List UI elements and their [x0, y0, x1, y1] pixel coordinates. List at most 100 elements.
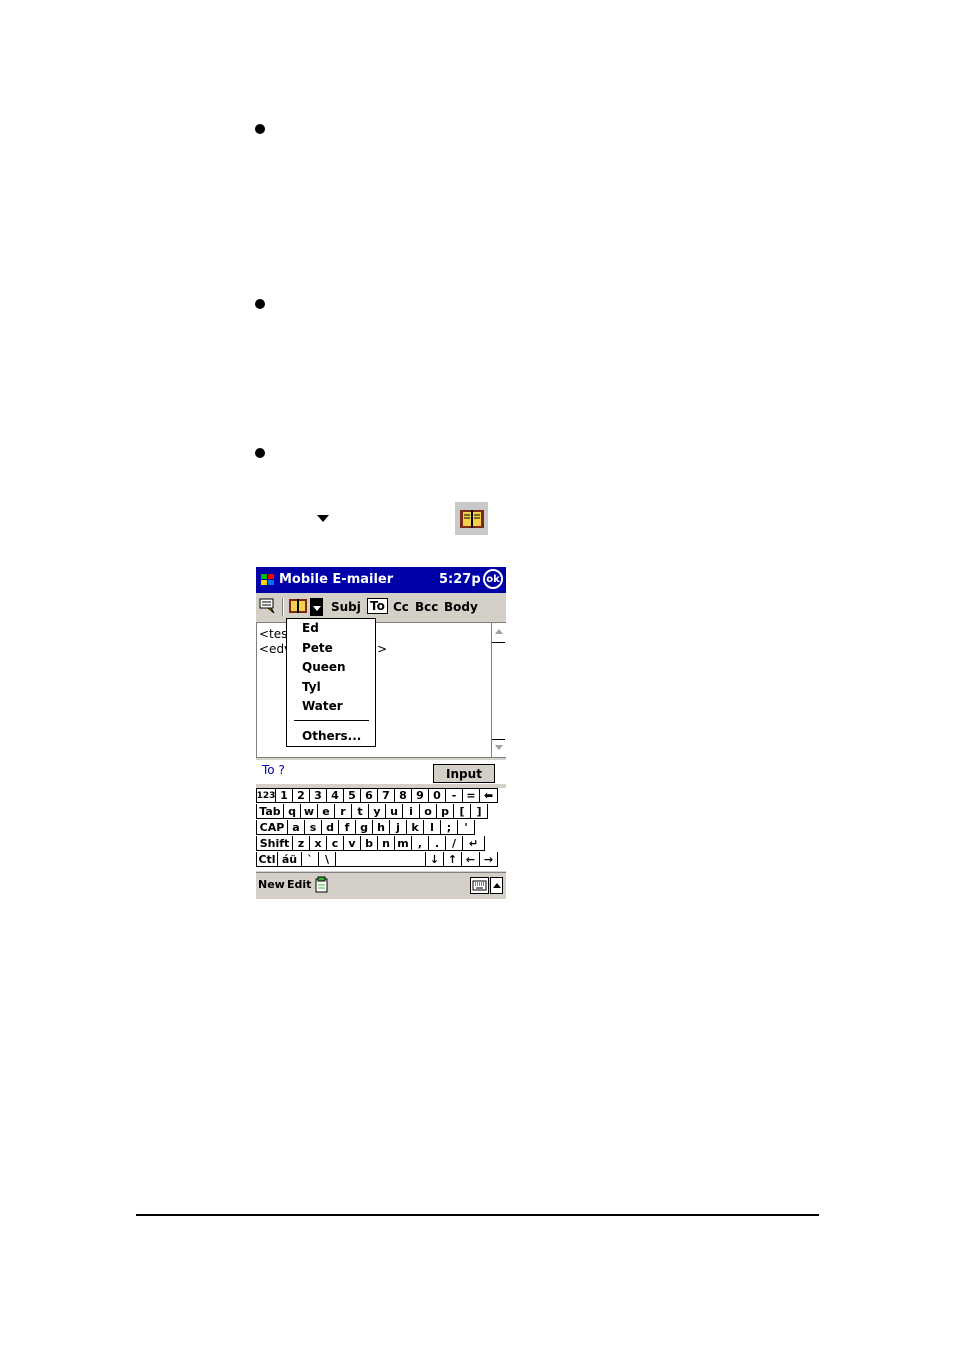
key[interactable]: p — [437, 804, 454, 819]
key[interactable]: 4 — [327, 788, 344, 803]
menu-item-queen[interactable]: Queen — [302, 660, 346, 674]
key[interactable]: z — [293, 836, 310, 851]
key[interactable]: y — [369, 804, 386, 819]
key[interactable]: c — [327, 836, 344, 851]
compose-toolbar: Subj To Cc Bcc Body — [256, 594, 506, 620]
soft-keyboard: 123 1 2 3 4 5 6 7 8 9 0 - = ⬅ Tab q w e … — [256, 788, 506, 871]
menu-item-tyl[interactable]: Tyl — [302, 680, 321, 694]
menu-item-pete[interactable]: Pete — [302, 641, 333, 655]
field-to[interactable]: To — [367, 598, 388, 614]
key[interactable]: a — [288, 820, 305, 835]
address-dropdown-button[interactable] — [310, 598, 323, 616]
ok-button[interactable]: ok — [483, 569, 503, 589]
key[interactable]: g — [356, 820, 373, 835]
key[interactable]: / — [446, 836, 463, 851]
windows-flag-icon[interactable] — [259, 571, 277, 589]
key[interactable]: ` — [302, 852, 319, 867]
key[interactable]: w — [301, 804, 318, 819]
key-tab[interactable]: Tab — [256, 804, 284, 819]
key[interactable]: \ — [319, 852, 336, 867]
send-icon[interactable] — [259, 597, 277, 615]
key[interactable]: b — [361, 836, 378, 851]
key[interactable]: n — [378, 836, 395, 851]
key-ctrl[interactable]: Ctl — [256, 852, 278, 867]
key[interactable]: j — [390, 820, 407, 835]
clock[interactable]: 5:27p — [439, 572, 481, 587]
key[interactable]: ; — [441, 820, 458, 835]
keyboard-row-5: Ctl áü ` \ ↓ ↑ ← → — [256, 852, 498, 868]
menu-new[interactable]: New — [258, 878, 285, 891]
key[interactable]: l — [424, 820, 441, 835]
menu-edit[interactable]: Edit — [287, 878, 311, 891]
key[interactable]: t — [352, 804, 369, 819]
dropdown-arrow-icon — [317, 515, 329, 522]
key[interactable]: u — [386, 804, 403, 819]
key[interactable]: 5 — [344, 788, 361, 803]
key[interactable]: r — [335, 804, 352, 819]
key[interactable]: f — [339, 820, 356, 835]
key[interactable]: 6 — [361, 788, 378, 803]
space-key[interactable] — [336, 852, 426, 867]
key[interactable]: h — [373, 820, 390, 835]
input-row: To ? Input — [256, 760, 506, 784]
address-book-icon — [455, 502, 488, 535]
key[interactable]: s — [305, 820, 322, 835]
arrow-down-key[interactable]: ↓ — [426, 852, 444, 867]
enter-key[interactable]: ↵ — [463, 836, 485, 851]
menu-item-others[interactable]: Others... — [302, 729, 361, 743]
key[interactable]: x — [310, 836, 327, 851]
field-cc[interactable]: Cc — [393, 600, 409, 614]
pocketpc-screen: Mobile E-mailer 5:27p ok Subj To Cc Bcc … — [256, 567, 506, 899]
bullet-1 — [255, 124, 265, 134]
input-button[interactable]: Input — [433, 764, 495, 783]
key[interactable]: 2 — [293, 788, 310, 803]
app-title: Mobile E-mailer — [279, 572, 394, 587]
key[interactable]: o — [420, 804, 437, 819]
field-bcc[interactable]: Bcc — [415, 600, 438, 614]
key-intl[interactable]: áü — [278, 852, 302, 867]
key[interactable]: ] — [471, 804, 488, 819]
key[interactable]: [ — [454, 804, 471, 819]
field-subj[interactable]: Subj — [331, 600, 361, 614]
menu-item-ed[interactable]: Ed — [302, 621, 319, 635]
key-shift[interactable]: Shift — [256, 836, 293, 851]
attachment-icon[interactable] — [314, 876, 330, 894]
address-book-icon[interactable] — [289, 597, 307, 615]
keyboard-row-3: CAP a s d f g h j k l ; ' — [256, 820, 475, 836]
key[interactable]: e — [318, 804, 335, 819]
key[interactable]: - — [446, 788, 463, 803]
key[interactable]: 1 — [276, 788, 293, 803]
scroll-up-icon[interactable] — [495, 629, 503, 634]
key[interactable]: q — [284, 804, 301, 819]
scroll-thumb[interactable] — [492, 642, 505, 740]
key[interactable]: = — [463, 788, 480, 803]
keyboard-icon[interactable] — [470, 877, 489, 894]
key[interactable]: i — [403, 804, 420, 819]
key[interactable]: d — [322, 820, 339, 835]
key[interactable]: ' — [458, 820, 475, 835]
key[interactable]: m — [395, 836, 412, 851]
arrow-right-key[interactable]: → — [480, 852, 498, 867]
key[interactable]: 8 — [395, 788, 412, 803]
compose-line-1: <tes — [259, 627, 288, 641]
footer-rule — [136, 1214, 819, 1216]
menu-item-water[interactable]: Water — [302, 699, 343, 713]
arrow-left-key[interactable]: ← — [462, 852, 480, 867]
vertical-scrollbar[interactable] — [491, 623, 506, 757]
key[interactable]: 7 — [378, 788, 395, 803]
field-body[interactable]: Body — [444, 600, 478, 614]
key-caps[interactable]: CAP — [256, 820, 288, 835]
key[interactable]: k — [407, 820, 424, 835]
input-selector-arrow-icon[interactable] — [490, 877, 503, 894]
key[interactable]: v — [344, 836, 361, 851]
key[interactable]: 0 — [429, 788, 446, 803]
menu-separator — [294, 720, 369, 721]
key[interactable]: 3 — [310, 788, 327, 803]
key[interactable]: . — [429, 836, 446, 851]
key-123[interactable]: 123 — [256, 788, 276, 803]
key[interactable]: , — [412, 836, 429, 851]
arrow-up-key[interactable]: ↑ — [444, 852, 462, 867]
backspace-key[interactable]: ⬅ — [480, 788, 498, 803]
scroll-down-icon[interactable] — [495, 745, 503, 750]
key[interactable]: 9 — [412, 788, 429, 803]
